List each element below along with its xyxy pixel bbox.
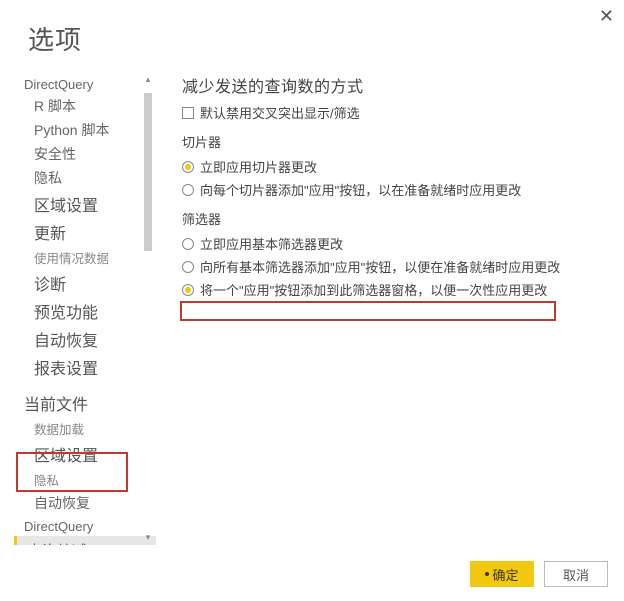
bullet-icon (485, 572, 489, 576)
dialog-footer: 确定 取消 (470, 561, 608, 587)
radio-slicer-apply-button[interactable]: 向每个切片器添加"应用"按钮，以在准备就绪时应用更改 (182, 178, 608, 201)
sidebar-item-autorecover-2[interactable]: 自动恢复 (24, 491, 156, 515)
sidebar-item-security[interactable]: 安全性 (24, 142, 156, 166)
sidebar-item-autorecover[interactable]: 自动恢复 (24, 325, 156, 353)
radio-label: 将一个"应用"按钮添加到此筛选器窗格，以便一次性应用更改 (200, 280, 547, 299)
dialog-body: ▴ ▾ DirectQuery R 脚本 Python 脚本 安全性 隐私 区域… (0, 73, 624, 545)
radio-label: 向每个切片器添加"应用"按钮，以在准备就绪时应用更改 (200, 180, 521, 199)
cancel-button[interactable]: 取消 (544, 561, 608, 587)
sidebar-item-preview[interactable]: 预览功能 (24, 297, 156, 325)
scroll-up-icon[interactable]: ▴ (143, 75, 153, 85)
radio-icon (182, 161, 194, 173)
ok-button[interactable]: 确定 (470, 561, 534, 587)
sidebar-group-directquery-2: DirectQuery (24, 519, 156, 534)
sidebar-item-diagnostics[interactable]: 诊断 (24, 269, 156, 297)
radio-icon (182, 284, 194, 296)
close-icon[interactable]: ✕ (599, 6, 614, 27)
section-title: 减少发送的查询数的方式 (182, 73, 608, 97)
ok-button-label: 确定 (492, 565, 518, 584)
scroll-down-icon[interactable]: ▾ (143, 533, 153, 543)
dialog-title: 选项 (0, 0, 624, 73)
cancel-button-label: 取消 (563, 565, 589, 584)
sidebar-item-regional[interactable]: 区域设置 (24, 190, 156, 218)
sidebar-item-report-settings[interactable]: 报表设置 (24, 353, 156, 381)
content-panel: 减少发送的查询数的方式 默认禁用交叉突出显示/筛选 切片器 立即应用切片器更改 … (156, 73, 624, 545)
sidebar-item-update[interactable]: 更新 (24, 218, 156, 246)
slicer-header: 切片器 (182, 132, 608, 151)
radio-slicer-immediate[interactable]: 立即应用切片器更改 (182, 155, 608, 178)
sidebar: ▴ ▾ DirectQuery R 脚本 Python 脚本 安全性 隐私 区域… (0, 73, 156, 545)
sidebar-item-query-reduction[interactable]: 查询缩减 (14, 536, 156, 545)
sidebar-item-r-script[interactable]: R 脚本 (24, 94, 156, 118)
sidebar-item-privacy[interactable]: 隐私 (24, 166, 156, 190)
radio-label: 立即应用切片器更改 (200, 157, 317, 176)
sidebar-item-regional-2[interactable]: 区域设置 (24, 440, 156, 468)
filter-header: 筛选器 (182, 209, 608, 228)
radio-filter-apply-each[interactable]: 向所有基本筛选器添加"应用"按钮，以便在准备就绪时应用更改 (182, 255, 608, 278)
radio-label: 向所有基本筛选器添加"应用"按钮，以便在准备就绪时应用更改 (200, 257, 560, 276)
sidebar-group-directquery: DirectQuery (24, 77, 156, 92)
sidebar-item-usage-data[interactable]: 使用情况数据 (24, 246, 156, 269)
radio-icon (182, 238, 194, 250)
checkbox-icon (182, 107, 194, 119)
sidebar-item-privacy-2[interactable]: 隐私 (24, 468, 156, 491)
radio-icon (182, 184, 194, 196)
sidebar-group-current-file: 当前文件 (24, 391, 156, 415)
checkbox-label: 默认禁用交叉突出显示/筛选 (200, 103, 360, 122)
radio-label: 立即应用基本筛选器更改 (200, 234, 343, 253)
radio-filter-immediate[interactable]: 立即应用基本筛选器更改 (182, 232, 608, 255)
radio-icon (182, 261, 194, 273)
sidebar-item-data-load[interactable]: 数据加载 (24, 417, 156, 440)
checkbox-disable-crosshighlight[interactable]: 默认禁用交叉突出显示/筛选 (182, 103, 608, 122)
radio-filter-apply-pane[interactable]: 将一个"应用"按钮添加到此筛选器窗格，以便一次性应用更改 (182, 278, 608, 301)
scrollbar-thumb[interactable] (144, 93, 152, 251)
sidebar-item-python-script[interactable]: Python 脚本 (24, 118, 156, 142)
